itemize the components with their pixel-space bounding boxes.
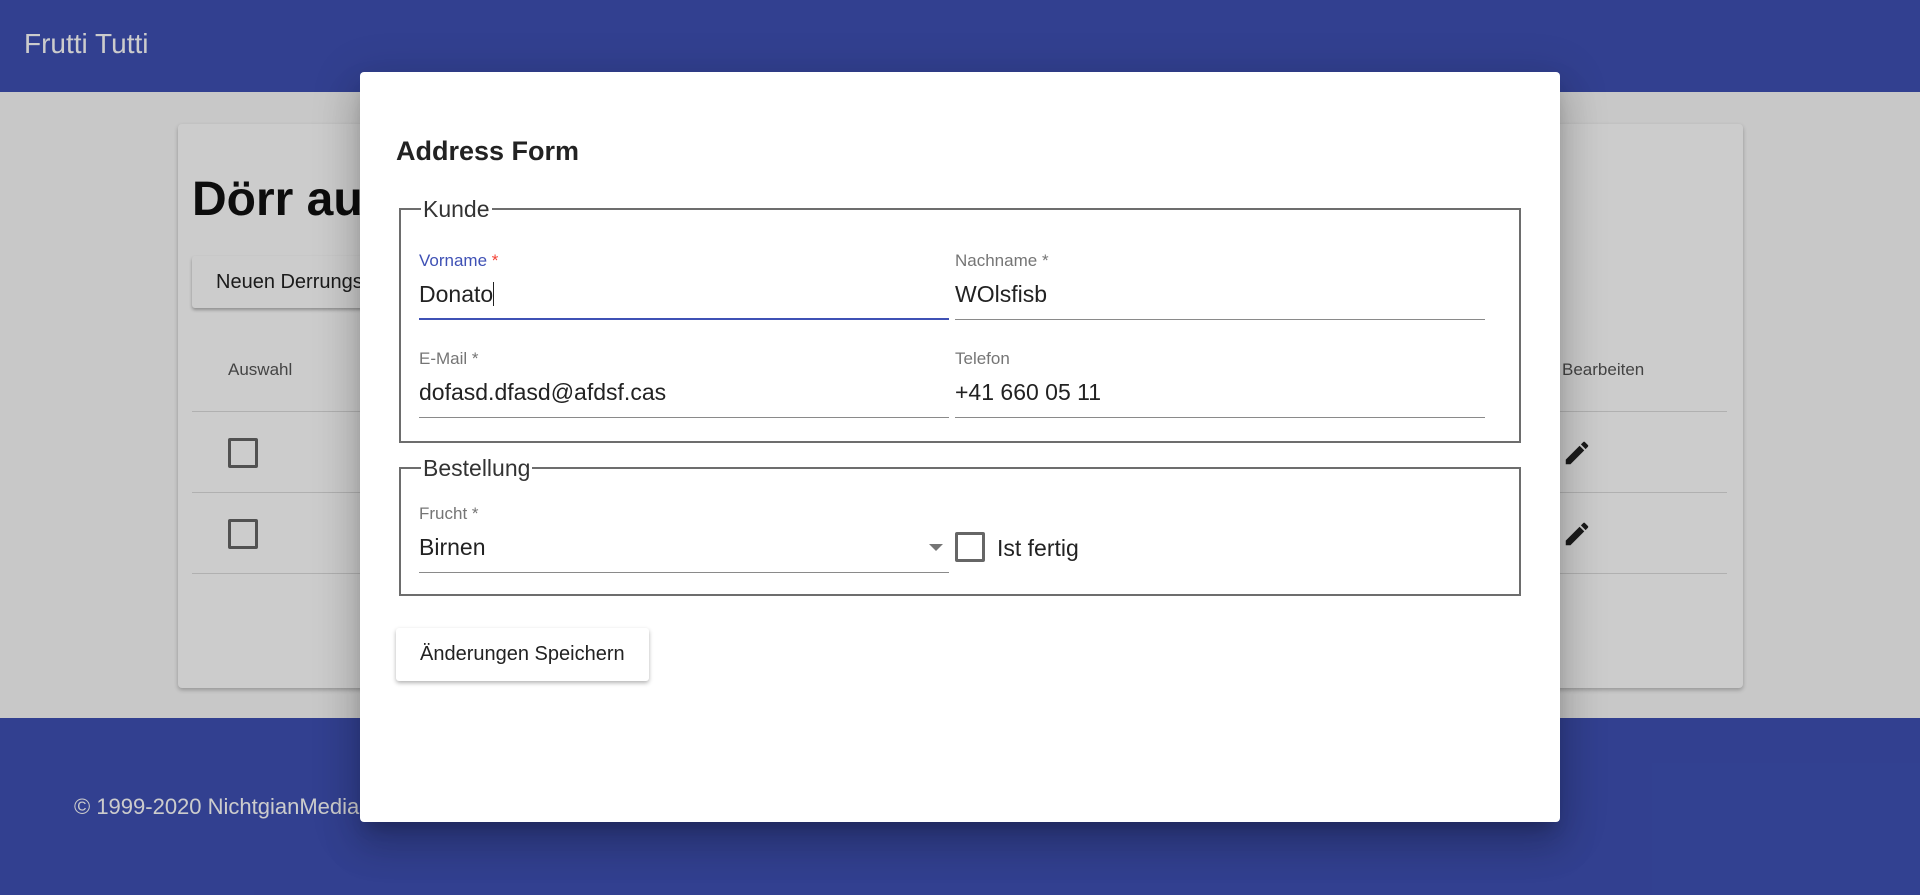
done-checkbox[interactable] (955, 532, 985, 562)
order-fieldset-legend: Bestellung (423, 455, 531, 481)
phone-underline (955, 417, 1485, 418)
order-fieldset: Bestellung Frucht * Birnen Ist fertig (399, 456, 1521, 596)
phone-field[interactable]: Telefon +41 660 05 11 (955, 349, 1485, 419)
first-name-input[interactable]: Donato (419, 281, 495, 308)
last-name-field[interactable]: Nachname * WOlsfisb (955, 251, 1485, 321)
first-name-label: Vorname * (419, 251, 499, 270)
fruit-label: Frucht * (419, 504, 479, 523)
fruit-selected-value[interactable]: Birnen (419, 534, 485, 561)
email-field[interactable]: E-Mail * dofasd.dfasd@afdsf.cas (419, 349, 949, 419)
first-name-underline (419, 318, 949, 320)
phone-input[interactable]: +41 660 05 11 (955, 379, 1101, 406)
dialog-title: Address Form (396, 136, 580, 166)
first-name-field[interactable]: Vorname * Donato (419, 251, 949, 321)
last-name-input[interactable]: WOlsfisb (955, 281, 1047, 308)
fruit-select[interactable]: Frucht * Birnen (419, 504, 949, 574)
phone-label: Telefon (955, 349, 1010, 368)
address-form-dialog: Address Form Kunde Vorname * Donato Nach… (360, 72, 1560, 822)
email-label: E-Mail * (419, 349, 479, 368)
fruit-underline (419, 572, 949, 573)
customer-fieldset: Kunde Vorname * Donato Nachname * WOlsfi… (399, 197, 1521, 443)
email-underline (419, 417, 949, 418)
customer-fieldset-legend: Kunde (423, 196, 490, 222)
done-checkbox-label[interactable]: Ist fertig (997, 535, 1079, 562)
dropdown-arrow-icon[interactable] (929, 544, 943, 551)
last-name-underline (955, 319, 1485, 320)
text-cursor (493, 282, 495, 306)
email-input[interactable]: dofasd.dfasd@afdsf.cas (419, 379, 666, 406)
last-name-label: Nachname * (955, 251, 1049, 270)
save-changes-button[interactable]: Änderungen Speichern (396, 628, 649, 681)
